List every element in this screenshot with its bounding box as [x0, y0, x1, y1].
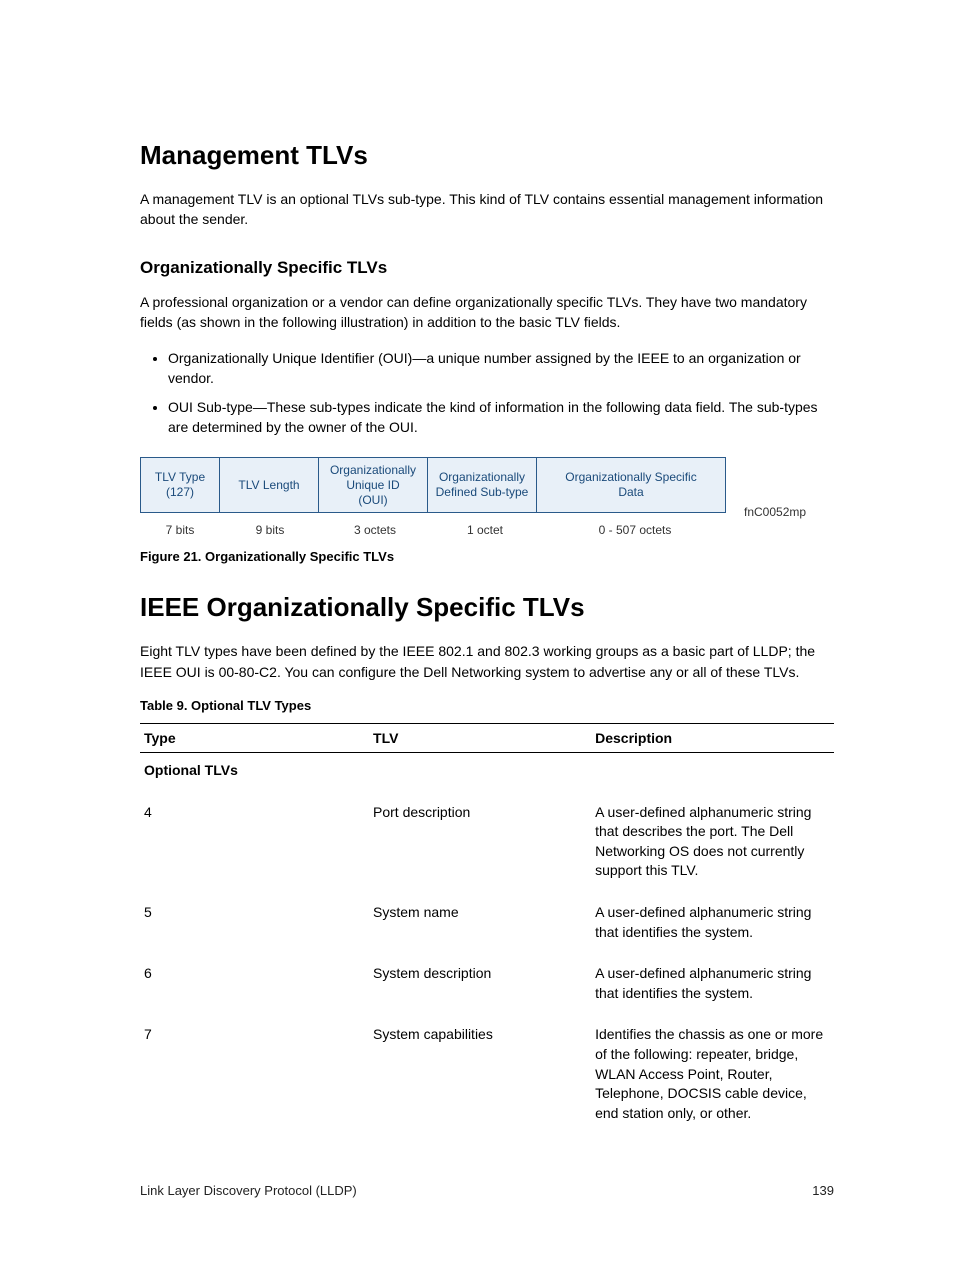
footer-section-title: Link Layer Discovery Protocol (LLDP): [140, 1183, 357, 1198]
heading-management-tlvs: Management TLVs: [140, 140, 834, 171]
table-header-type: Type: [140, 723, 369, 752]
diagram-legend: 7 bits: [140, 523, 220, 537]
table-cell-desc: A user-defined alphanumeric string that …: [591, 795, 834, 895]
table-cell-type: 6: [140, 956, 369, 1017]
diagram-box-text: Data: [618, 485, 643, 500]
diagram-box-subtype: Organizationally Defined Sub-type: [427, 457, 537, 513]
diagram-box-data: Organizationally Specific Data: [536, 457, 726, 513]
diagram-ref-id: fnC0052mp: [744, 505, 806, 519]
subheading-org-specific: Organizationally Specific TLVs: [140, 258, 834, 278]
table-cell-tlv: System name: [369, 895, 591, 956]
diagram-box-tlv-type: TLV Type (127): [140, 457, 220, 513]
table-row: 4 Port description A user-defined alphan…: [140, 795, 834, 895]
table-header-row: Type TLV Description: [140, 723, 834, 752]
table-caption: Table 9. Optional TLV Types: [140, 698, 834, 713]
table-cell-type: 7: [140, 1017, 369, 1137]
diagram-box-text: TLV Type: [155, 470, 205, 485]
diagram-box-text: Organizationally: [330, 463, 416, 478]
table-cell-tlv: Port description: [369, 795, 591, 895]
diagram-legend: 3 octets: [320, 523, 430, 537]
paragraph-org-specific: A professional organization or a vendor …: [140, 292, 834, 333]
diagram-box-text: (OUI): [358, 493, 387, 508]
diagram-box-text: Unique ID: [346, 478, 399, 493]
table-header-tlv: TLV: [369, 723, 591, 752]
table-header-description: Description: [591, 723, 834, 752]
table-row: 6 System description A user-defined alph…: [140, 956, 834, 1017]
table-row: 7 System capabilities Identifies the cha…: [140, 1017, 834, 1137]
diagram-legend: 9 bits: [220, 523, 320, 537]
diagram-box-text: (127): [166, 485, 194, 500]
diagram-box-text: Organizationally: [439, 470, 525, 485]
table-cell-desc: A user-defined alphanumeric string that …: [591, 956, 834, 1017]
figure-org-tlv-diagram: TLV Type (127) TLV Length Organizational…: [140, 457, 834, 537]
document-page: Management TLVs A management TLV is an o…: [0, 0, 954, 1268]
heading-ieee-org-tlvs: IEEE Organizationally Specific TLVs: [140, 592, 834, 623]
table-cell-desc: Identifies the chassis as one or more of…: [591, 1017, 834, 1137]
paragraph-ieee-intro: Eight TLV types have been defined by the…: [140, 641, 834, 682]
figure-caption: Figure 21. Organizationally Specific TLV…: [140, 549, 834, 564]
table-section-row: Optional TLVs: [140, 752, 834, 794]
diagram-box-text: TLV Length: [238, 478, 299, 493]
table-cell-type: 5: [140, 895, 369, 956]
diagram-box-text: Organizationally Specific: [565, 470, 696, 485]
table-section-label: Optional TLVs: [140, 752, 834, 794]
table-row: 5 System name A user-defined alphanumeri…: [140, 895, 834, 956]
bullet-list: Organizationally Unique Identifier (OUI)…: [140, 348, 834, 437]
table-optional-tlv: Type TLV Description Optional TLVs 4 Por…: [140, 723, 834, 1137]
table-cell-tlv: System capabilities: [369, 1017, 591, 1137]
bullet-item: OUI Sub-type—These sub-types indicate th…: [168, 397, 834, 438]
table-cell-type: 4: [140, 795, 369, 895]
table-cell-tlv: System description: [369, 956, 591, 1017]
diagram-box-tlv-length: TLV Length: [219, 457, 319, 513]
footer-page-number: 139: [812, 1183, 834, 1198]
bullet-item: Organizationally Unique Identifier (OUI)…: [168, 348, 834, 389]
paragraph-intro: A management TLV is an optional TLVs sub…: [140, 189, 834, 230]
diagram-box-oui: Organizationally Unique ID (OUI): [318, 457, 428, 513]
diagram-legend: 1 octet: [430, 523, 540, 537]
diagram-legend: 0 - 507 octets: [540, 523, 730, 537]
table-cell-desc: A user-defined alphanumeric string that …: [591, 895, 834, 956]
page-footer: Link Layer Discovery Protocol (LLDP) 139: [140, 1183, 834, 1198]
diagram-box-text: Defined Sub-type: [436, 485, 529, 500]
